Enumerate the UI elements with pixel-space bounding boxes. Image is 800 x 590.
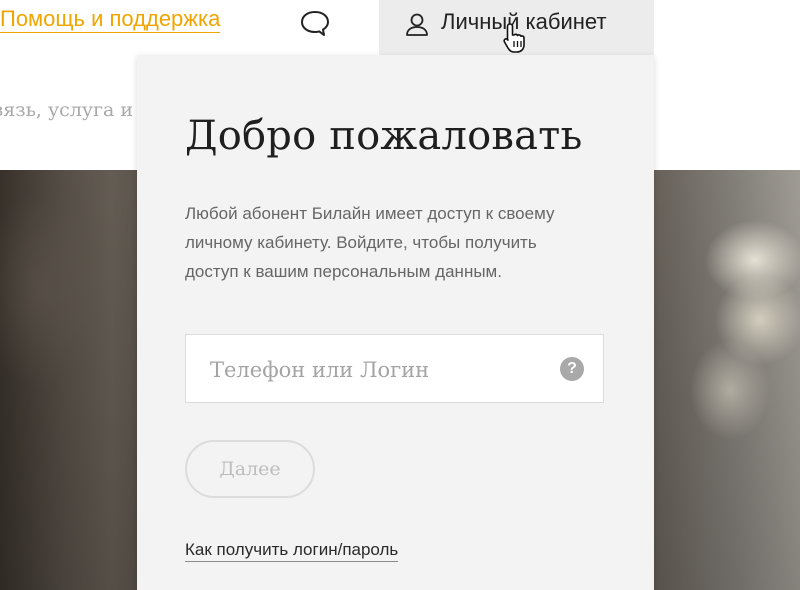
hand-pointer-icon xyxy=(503,23,525,53)
chat-button[interactable] xyxy=(298,8,332,38)
how-to-get-login-link[interactable]: Как получить логин/пароль xyxy=(185,539,399,562)
nav-item-partial[interactable]: Связь, услуга и финансы xyxy=(0,99,140,121)
next-button[interactable]: Далее xyxy=(185,440,315,498)
top-header: Помощь и поддержка Личный кабинет xyxy=(0,0,800,55)
chat-bubble-icon xyxy=(301,11,329,36)
nav-item-label: Связь, услуга и финансы xyxy=(0,99,140,121)
page: Помощь и поддержка Личный кабинет Связь,… xyxy=(0,0,800,590)
question-icon[interactable]: ? xyxy=(560,357,584,381)
login-field[interactable]: ? xyxy=(185,334,604,404)
login-dropdown-panel: Добро пожаловать Любой абонент Билайн им… xyxy=(137,55,654,590)
user-icon xyxy=(406,13,428,36)
phone-or-login-input[interactable] xyxy=(186,335,572,404)
panel-description: Любой абонент Билайн имеет доступ к свое… xyxy=(185,204,555,281)
help-support-link[interactable]: Помощь и поддержка xyxy=(0,6,221,33)
panel-title: Добро пожаловать xyxy=(185,113,583,159)
